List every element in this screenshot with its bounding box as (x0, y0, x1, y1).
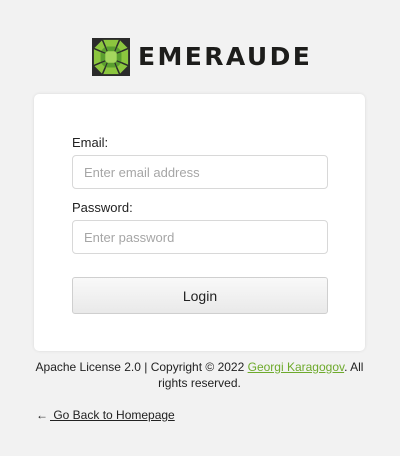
email-field[interactable] (72, 155, 328, 189)
emerald-gem-icon (92, 38, 130, 76)
license-text: Apache License 2.0 | Copyright © 2022 (35, 360, 248, 374)
back-link-label: Go Back to Homepage (50, 408, 175, 422)
password-field[interactable] (72, 220, 328, 254)
email-label: Email: (72, 135, 109, 150)
footer-copyright: Apache License 2.0 | Copyright © 2022 Ge… (34, 359, 365, 391)
password-label: Password: (72, 200, 133, 215)
left-arrow-icon: ← (36, 408, 48, 422)
login-card: Email: Password: Login (34, 94, 365, 351)
login-button[interactable]: Login (72, 277, 328, 314)
brand-name: EMERAUDE (138, 42, 313, 71)
author-link[interactable]: Georgi Karagogov (248, 360, 345, 374)
back-to-homepage-link[interactable]: ← Go Back to Homepage (36, 407, 175, 423)
brand-logo: EMERAUDE (92, 37, 312, 77)
